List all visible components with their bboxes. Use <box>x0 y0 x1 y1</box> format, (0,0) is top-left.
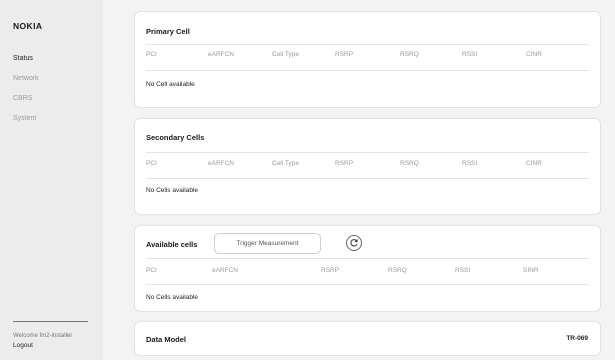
column-header-pci: PCI <box>146 51 157 58</box>
divider <box>146 44 589 45</box>
column-header-cinr: CINR <box>526 160 542 167</box>
column-header-earfcn: eARFCN <box>208 160 235 167</box>
secondary-cells-card: Secondary Cells PCI eARFCN Cell Type RSR… <box>134 118 601 215</box>
sidebar-item-system[interactable]: System <box>13 115 36 122</box>
primary-cell-title: Primary Cell <box>146 27 190 36</box>
empty-message: No Cells available <box>146 294 199 301</box>
column-header-rsrq: RSRQ <box>400 51 419 58</box>
secondary-cells-title: Secondary Cells <box>146 133 205 142</box>
column-header-rsrp: RSRP <box>321 267 340 274</box>
column-header-rsrp: RSRP <box>335 51 354 58</box>
logout-link[interactable]: Logout <box>13 342 33 349</box>
nokia-logo: NOKIA <box>13 21 43 31</box>
sidebar-item-cbrs[interactable]: CBRS <box>13 95 32 102</box>
data-model-value: TR-069 <box>566 335 588 342</box>
column-header-rsrp: RSRP <box>335 160 354 167</box>
column-header-cell-type: Cell Type <box>272 51 299 58</box>
available-cells-card: Available cells Trigger Measurement PCI … <box>134 225 601 312</box>
column-header-pci: PCI <box>146 267 157 274</box>
column-header-rssi: RSSI <box>462 51 478 58</box>
column-header-cell-type: Cell Type <box>272 160 299 167</box>
column-header-rssi: RSSI <box>455 267 471 274</box>
column-header-cinr: CINR <box>526 51 542 58</box>
primary-cell-card: Primary Cell PCI eARFCN Cell Type RSRP R… <box>134 11 601 108</box>
empty-message: No Cells available <box>146 187 199 194</box>
divider <box>146 178 589 179</box>
empty-message: No Cell available <box>146 81 195 88</box>
column-header-earfcn: eARFCN <box>212 267 239 274</box>
column-header-earfcn: eARFCN <box>208 51 235 58</box>
divider <box>146 70 589 71</box>
trigger-measurement-button[interactable]: Trigger Measurement <box>214 233 321 254</box>
column-header-rsrq: RSRQ <box>388 267 407 274</box>
column-header-sinr: SINR <box>523 267 539 274</box>
column-header-pci: PCI <box>146 160 157 167</box>
divider <box>146 258 589 259</box>
column-header-rssi: RSSI <box>462 160 478 167</box>
refresh-icon[interactable] <box>346 235 362 251</box>
data-model-card: Data Model TR-069 <box>134 321 601 356</box>
divider <box>146 152 589 153</box>
welcome-text: Welcome fm2-installer <box>13 333 73 339</box>
divider <box>146 284 589 285</box>
available-cells-title: Available cells <box>146 240 198 249</box>
sidebar-divider <box>13 321 88 322</box>
sidebar-item-network[interactable]: Network <box>13 75 39 82</box>
column-header-rsrq: RSRQ <box>400 160 419 167</box>
data-model-title: Data Model <box>146 335 187 344</box>
sidebar: NOKIA Status Network CBRS System Welcome… <box>0 0 103 360</box>
sidebar-item-status[interactable]: Status <box>13 55 33 62</box>
